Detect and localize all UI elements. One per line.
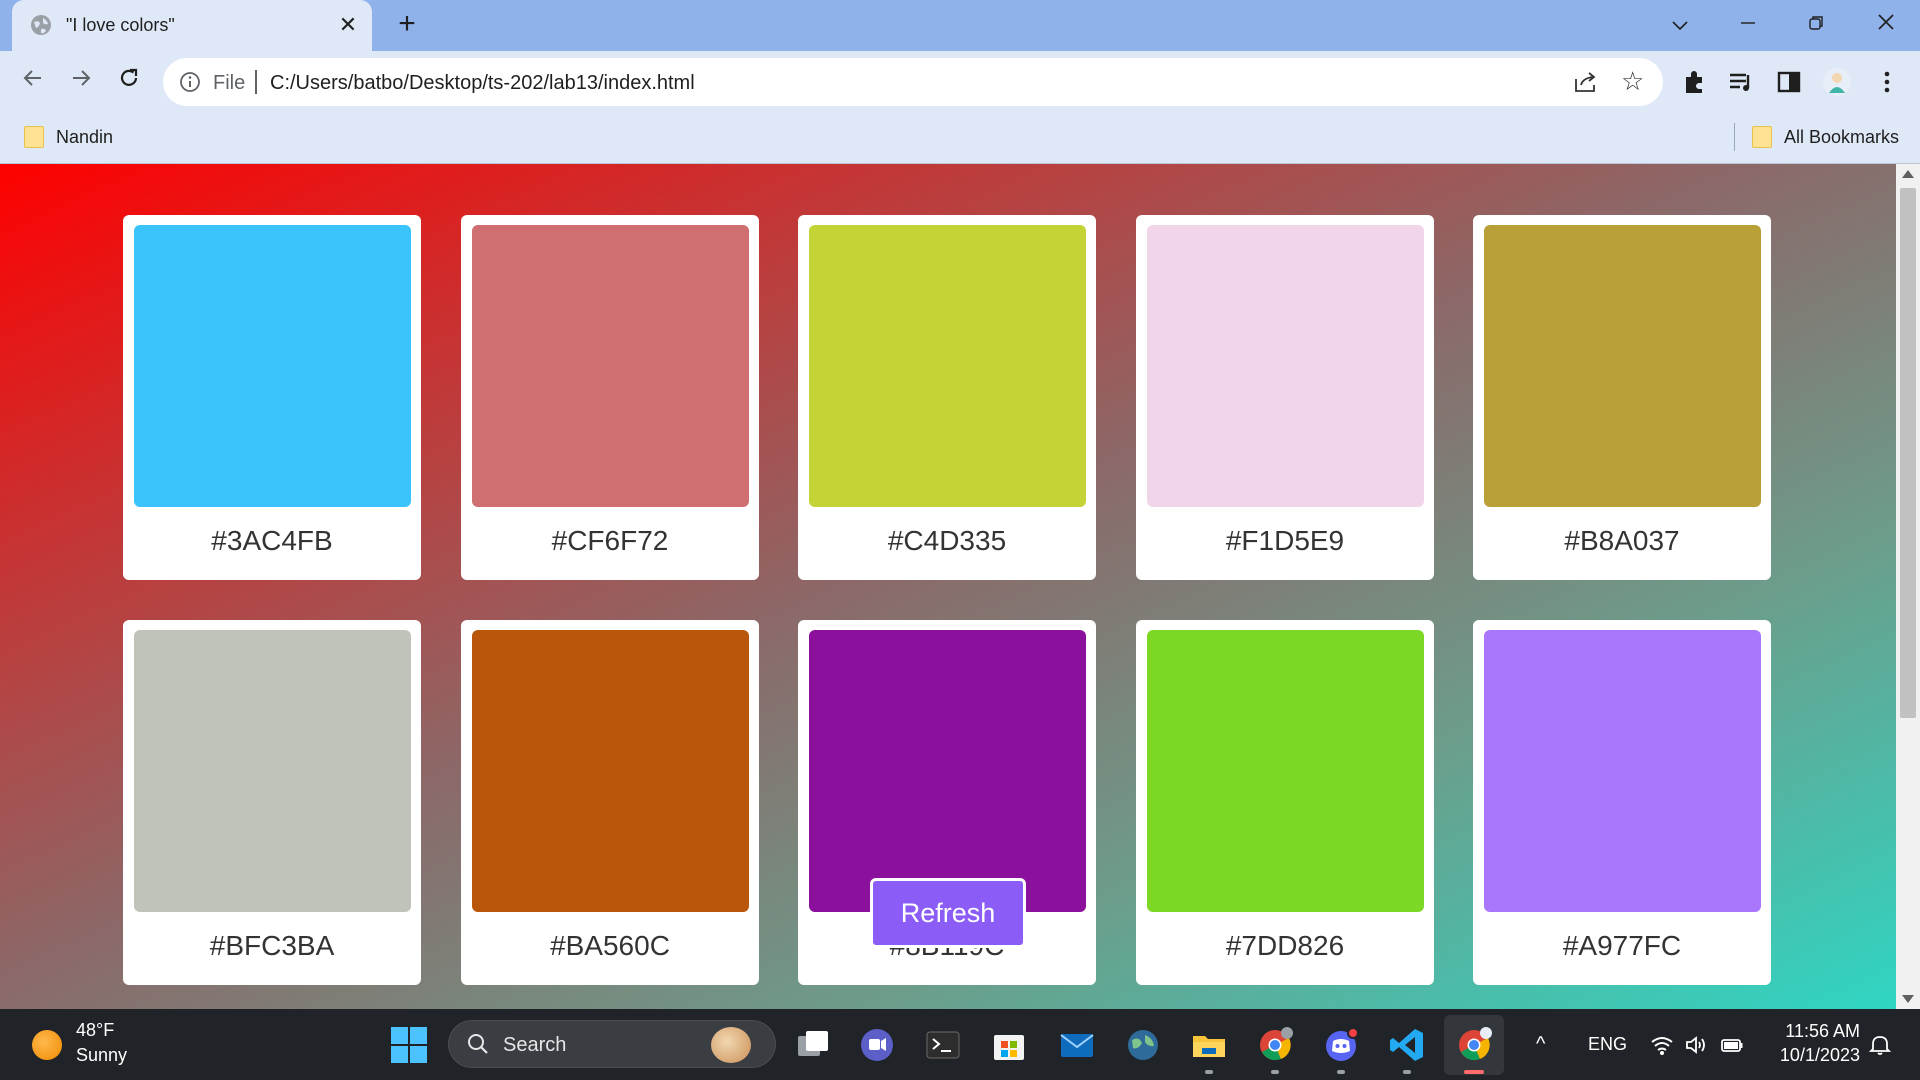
bookmark-folder-nandin[interactable]: Nandin (56, 127, 113, 148)
color-hex-label: #B8A037 (1564, 525, 1680, 556)
profile-avatar[interactable] (1822, 67, 1852, 97)
refresh-button[interactable]: Refresh (870, 878, 1026, 948)
color-swatch (472, 630, 749, 912)
color-hex-label: #BFC3BA (209, 930, 335, 961)
scroll-up-arrow-icon[interactable] (1902, 170, 1914, 178)
search-icon (468, 1034, 488, 1054)
color-swatch (1484, 225, 1761, 507)
color-hex-label: #BA560C (550, 930, 670, 961)
terminal-icon[interactable] (924, 1026, 962, 1064)
folder-icon (1752, 126, 1772, 148)
chrome-active-icon[interactable] (1455, 1026, 1493, 1064)
color-hex-label: #7DD826 (1225, 930, 1345, 961)
color-card: #B8A037 (1473, 215, 1771, 580)
url-text[interactable]: C:/Users/batbo/Desktop/ts-202/lab13/inde… (270, 72, 695, 95)
teams-chat-icon[interactable] (858, 1026, 896, 1064)
color-card: #C4D335 (798, 215, 1096, 580)
address-separator (255, 70, 257, 94)
close-window-button[interactable] (1866, 10, 1906, 40)
taskbar-search-box[interactable]: Search (448, 1020, 776, 1068)
microsoft-store-icon[interactable] (990, 1026, 1028, 1064)
color-swatch (809, 630, 1086, 912)
task-view-icon[interactable] (794, 1026, 832, 1064)
address-bar[interactable]: File C:/Users/batbo/Desktop/ts-202/lab13… (163, 58, 1663, 106)
running-indicator (1403, 1070, 1411, 1074)
wifi-icon[interactable] (1650, 1034, 1674, 1056)
page-scrollbar[interactable] (1896, 164, 1920, 1009)
color-swatch (1484, 630, 1761, 912)
color-hex-label: #F1D5E9 (1225, 525, 1345, 556)
page-content: #3AC4FB #CF6F72 #C4D335 #F1D5E9 #B8A037 … (0, 164, 1896, 1009)
all-bookmarks-button[interactable]: All Bookmarks (1784, 127, 1899, 148)
forward-button[interactable] (64, 65, 98, 99)
mail-icon[interactable] (1058, 1026, 1096, 1064)
scroll-down-arrow-icon[interactable] (1902, 995, 1914, 1003)
file-explorer-icon[interactable] (1190, 1026, 1228, 1064)
reload-button[interactable] (112, 65, 146, 99)
color-hex-label: #CF6F72 (551, 525, 669, 556)
tab-bar: "I love colors" ✕ + (0, 0, 1920, 51)
bookmark-star-icon[interactable]: ☆ (1621, 68, 1644, 94)
close-tab-icon[interactable]: ✕ (334, 11, 362, 39)
sun-icon (32, 1030, 62, 1060)
discord-icon[interactable] (1322, 1026, 1360, 1064)
color-swatch (1147, 630, 1424, 912)
color-card: #7DD826 (1136, 620, 1434, 985)
browser-tab[interactable]: "I love colors" ✕ (12, 0, 372, 51)
color-card: #A977FC (1473, 620, 1771, 985)
share-icon[interactable] (1573, 70, 1599, 94)
minimize-button[interactable] (1728, 10, 1768, 40)
tab-title: "I love colors" (66, 15, 175, 35)
color-hex-label: #C4D335 (887, 525, 1007, 556)
windows-start-icon[interactable] (390, 1026, 428, 1064)
volume-icon[interactable] (1684, 1034, 1708, 1056)
color-swatch (134, 630, 411, 912)
chrome-profile-icon[interactable] (1256, 1026, 1294, 1064)
extensions-icon[interactable] (1680, 67, 1710, 97)
bookmarks-bar: Nandin All Bookmarks (0, 113, 1920, 164)
color-card: #CF6F72 (461, 215, 759, 580)
color-swatch (472, 225, 749, 507)
running-indicator (1205, 1070, 1213, 1074)
tab-search-chevron-icon[interactable] (1660, 10, 1700, 40)
new-tab-button[interactable]: + (392, 9, 422, 40)
vscode-icon[interactable] (1388, 1026, 1426, 1064)
restore-button[interactable] (1796, 10, 1836, 40)
color-swatch (809, 225, 1086, 507)
weather-condition: Sunny (76, 1045, 128, 1065)
windows-taskbar: 48°F Sunny Search ^ ENG 11:56 AM 10/1/20… (0, 1009, 1920, 1080)
scrollbar-thumb[interactable] (1900, 188, 1916, 718)
notifications-icon[interactable] (1868, 1034, 1892, 1056)
clock-time[interactable]: 11:56 AM (1770, 1021, 1860, 1042)
color-card: #BA560C (461, 620, 759, 985)
bookmarks-separator (1734, 123, 1735, 151)
media-controls-icon[interactable] (1726, 67, 1756, 97)
globe-icon (31, 15, 51, 35)
back-button[interactable] (16, 65, 50, 99)
browser-toolbar: File C:/Users/batbo/Desktop/ts-202/lab13… (0, 51, 1920, 113)
folder-icon (24, 126, 44, 148)
color-swatch (134, 225, 411, 507)
globe-app-icon[interactable] (1124, 1026, 1162, 1064)
menu-kebab-icon[interactable] (1872, 67, 1902, 97)
search-label: Search (503, 1034, 567, 1056)
input-language[interactable]: ENG (1588, 1034, 1627, 1055)
color-swatch (1147, 225, 1424, 507)
color-hex-label: #A977FC (1562, 930, 1682, 961)
show-hidden-icons-chevron-icon[interactable]: ^ (1536, 1033, 1545, 1056)
running-indicator (1337, 1070, 1345, 1074)
active-indicator (1464, 1070, 1484, 1074)
scheme-label: File (213, 72, 246, 94)
color-card: #3AC4FB (123, 215, 421, 580)
side-panel-icon[interactable] (1774, 67, 1804, 97)
running-indicator (1271, 1070, 1279, 1074)
color-card: #F1D5E9 (1136, 215, 1434, 580)
search-highlight-icon (711, 1027, 751, 1063)
color-hex-label: #3AC4FB (211, 525, 333, 556)
info-icon[interactable] (179, 71, 201, 93)
weather-temperature: 48°F (76, 1020, 115, 1040)
color-card: #BFC3BA (123, 620, 421, 985)
clock-date[interactable]: 10/1/2023 (1770, 1045, 1860, 1066)
battery-icon[interactable] (1720, 1034, 1744, 1056)
